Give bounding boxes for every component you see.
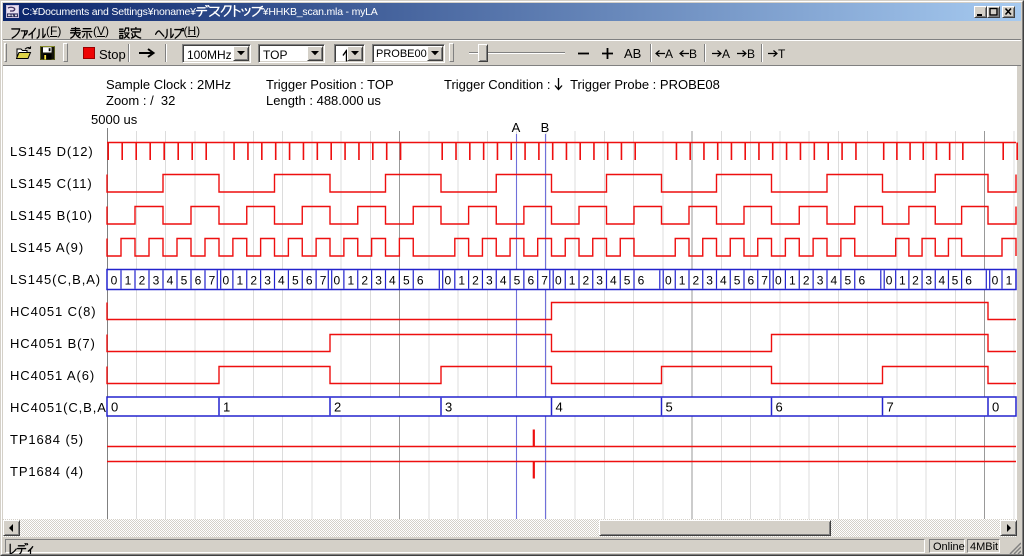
svg-text:0: 0 bbox=[223, 274, 230, 288]
svg-text:0: 0 bbox=[445, 274, 452, 288]
svg-text:0: 0 bbox=[665, 274, 672, 288]
svg-text:2: 2 bbox=[803, 274, 810, 288]
svg-text:3: 3 bbox=[817, 274, 824, 288]
svg-text:2: 2 bbox=[361, 274, 368, 288]
svg-text:4: 4 bbox=[610, 274, 617, 288]
svg-text:5: 5 bbox=[734, 274, 741, 288]
svg-text:4: 4 bbox=[278, 274, 285, 288]
svg-text:3: 3 bbox=[264, 274, 271, 288]
svg-text:6: 6 bbox=[858, 274, 865, 288]
svg-text:5: 5 bbox=[403, 274, 410, 288]
svg-text:5: 5 bbox=[624, 274, 631, 288]
svg-text:1: 1 bbox=[789, 274, 796, 288]
svg-text:6: 6 bbox=[748, 274, 755, 288]
svg-text:3: 3 bbox=[486, 274, 493, 288]
svg-text:4: 4 bbox=[720, 274, 727, 288]
svg-text:0: 0 bbox=[111, 400, 118, 415]
svg-text:6: 6 bbox=[527, 274, 534, 288]
svg-text:4: 4 bbox=[500, 274, 507, 288]
svg-text:0: 0 bbox=[992, 400, 999, 415]
svg-text:0: 0 bbox=[334, 274, 341, 288]
svg-text:B: B bbox=[541, 120, 550, 135]
svg-text:0: 0 bbox=[886, 274, 893, 288]
svg-text:5: 5 bbox=[181, 274, 188, 288]
svg-text:6: 6 bbox=[776, 400, 783, 415]
svg-text:3: 3 bbox=[925, 274, 932, 288]
svg-text:6: 6 bbox=[306, 274, 313, 288]
svg-text:2: 2 bbox=[693, 274, 700, 288]
svg-text:7: 7 bbox=[887, 400, 894, 415]
svg-text:7: 7 bbox=[320, 274, 327, 288]
svg-text:A: A bbox=[512, 120, 521, 135]
svg-text:3: 3 bbox=[596, 274, 603, 288]
svg-text:5: 5 bbox=[666, 400, 673, 415]
svg-text:3: 3 bbox=[706, 274, 713, 288]
svg-text:5: 5 bbox=[514, 274, 521, 288]
svg-text:1: 1 bbox=[125, 274, 132, 288]
svg-text:1: 1 bbox=[899, 274, 906, 288]
svg-text:1: 1 bbox=[347, 274, 354, 288]
svg-text:6: 6 bbox=[195, 274, 202, 288]
svg-text:2: 2 bbox=[250, 274, 257, 288]
svg-text:0: 0 bbox=[992, 274, 999, 288]
svg-text:5: 5 bbox=[292, 274, 299, 288]
svg-text:1: 1 bbox=[569, 274, 576, 288]
svg-text:1: 1 bbox=[458, 274, 465, 288]
svg-text:1: 1 bbox=[1006, 274, 1013, 288]
svg-text:0: 0 bbox=[111, 274, 118, 288]
svg-text:3: 3 bbox=[153, 274, 160, 288]
svg-text:3: 3 bbox=[445, 400, 452, 415]
svg-text:2: 2 bbox=[583, 274, 590, 288]
svg-text:6: 6 bbox=[417, 274, 424, 288]
svg-text:7: 7 bbox=[761, 274, 768, 288]
svg-text:2: 2 bbox=[334, 400, 341, 415]
svg-text:5: 5 bbox=[844, 274, 851, 288]
svg-text:6: 6 bbox=[965, 274, 972, 288]
svg-text:6: 6 bbox=[638, 274, 645, 288]
svg-text:0: 0 bbox=[775, 274, 782, 288]
svg-text:4: 4 bbox=[389, 274, 396, 288]
svg-text:4: 4 bbox=[167, 274, 174, 288]
svg-text:4: 4 bbox=[938, 274, 945, 288]
svg-text:2: 2 bbox=[139, 274, 146, 288]
svg-text:1: 1 bbox=[223, 400, 230, 415]
svg-text:2: 2 bbox=[472, 274, 479, 288]
svg-text:5: 5 bbox=[952, 274, 959, 288]
svg-text:4: 4 bbox=[831, 274, 838, 288]
svg-text:7: 7 bbox=[541, 274, 548, 288]
svg-text:0: 0 bbox=[555, 274, 562, 288]
svg-text:7: 7 bbox=[209, 274, 216, 288]
svg-text:2: 2 bbox=[912, 274, 919, 288]
svg-text:1: 1 bbox=[236, 274, 243, 288]
svg-text:3: 3 bbox=[375, 274, 382, 288]
svg-text:1: 1 bbox=[679, 274, 686, 288]
svg-text:4: 4 bbox=[556, 400, 563, 415]
